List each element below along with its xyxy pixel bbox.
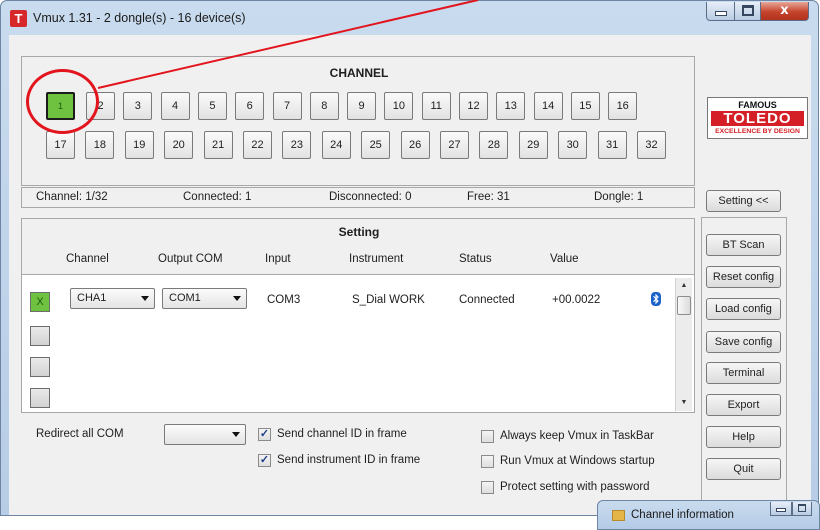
annotation-line [97,0,479,89]
minimize-button[interactable] [770,502,792,516]
minimize-icon [776,508,786,512]
channel-information-icon [612,510,625,521]
maximize-icon [798,504,806,512]
maximize-button[interactable] [792,502,812,516]
channel-information-window[interactable]: Channel information [597,500,820,530]
channel-information-title: Channel information [631,509,734,521]
